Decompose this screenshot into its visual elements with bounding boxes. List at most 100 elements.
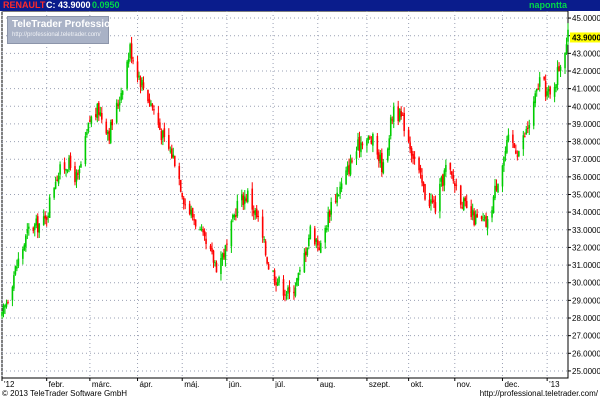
candle-body (370, 140, 373, 144)
candle-body (23, 244, 26, 250)
candle-body (33, 224, 36, 230)
candle-body (212, 250, 215, 263)
candle-body (439, 183, 441, 212)
candle-body (100, 113, 103, 120)
footer-url[interactable]: http://professional.teletrader.com/ (480, 388, 598, 400)
candle-body (471, 209, 474, 216)
candle-body (65, 168, 67, 171)
candle-body (28, 226, 30, 229)
y-tick-label: 41.0000 (572, 85, 600, 94)
candle-body (7, 301, 9, 303)
candle-body (455, 184, 458, 186)
candle-body (296, 278, 298, 286)
candle-body (360, 142, 362, 153)
watermark-logo: TeleTrader Professional http://professio… (7, 16, 125, 44)
candle-body (199, 229, 201, 231)
candle-body (369, 136, 371, 139)
candle-body (372, 134, 374, 146)
candle-body (522, 135, 525, 150)
y-tick-label: 42.0000 (572, 67, 600, 76)
candle-body (476, 213, 478, 218)
candle-body (54, 181, 57, 189)
candle-body (78, 169, 81, 174)
candle-body (445, 164, 447, 172)
candle-body (315, 239, 318, 242)
candle-body (148, 98, 151, 103)
candle-body (501, 165, 504, 187)
candle-body (565, 44, 568, 54)
candle-body (127, 58, 130, 64)
candle-body (136, 61, 139, 78)
candle-body (361, 143, 364, 146)
candle-body (346, 165, 349, 172)
candle-body (162, 130, 164, 139)
candle-body (160, 131, 163, 141)
x-tick-label: ápr. (140, 380, 153, 388)
candle-body (381, 152, 383, 173)
candle-body (106, 131, 109, 134)
candle-body (147, 89, 149, 102)
candle-body (117, 104, 119, 106)
candle-body (2, 306, 5, 314)
candle-body (118, 102, 121, 106)
candle-body (556, 67, 559, 85)
candle-body (564, 53, 566, 69)
candle-body (266, 257, 268, 264)
candle-body (397, 106, 399, 122)
candle-body (109, 122, 112, 143)
y-tick-label: 40.0000 (572, 102, 600, 111)
candle-body (26, 229, 29, 234)
y-tick-label: 28.0000 (572, 314, 600, 323)
candle-body (59, 164, 61, 175)
candle-body (69, 155, 72, 168)
y-tick-label: 39.0000 (572, 120, 600, 129)
chart-header-bar: RENAULT C: 43.9000 0.0950 napontta (0, 0, 600, 11)
candle-body (14, 266, 17, 275)
candle-body (276, 282, 279, 286)
candle-body (316, 239, 319, 246)
candle-body (313, 228, 316, 245)
candle-body (66, 170, 69, 172)
candle-body (17, 258, 20, 267)
candle-body (233, 214, 236, 218)
candle-body (242, 195, 245, 205)
y-tick-label: 30.0000 (572, 279, 600, 288)
candle-body (480, 216, 483, 219)
period-label[interactable]: napontta (529, 0, 567, 11)
candle-body (544, 81, 547, 97)
candle-body (16, 266, 18, 269)
x-tick-label: aug. (320, 380, 336, 388)
candle-body (495, 185, 498, 191)
price-chart[interactable]: 25.0000 26.0000 27.0000 28.0000 29.0000 30.00… (0, 11, 600, 388)
candle-body (407, 129, 410, 142)
candle-body (42, 216, 45, 226)
candle-body (532, 101, 535, 126)
candle-body (139, 77, 142, 88)
candle-body (179, 180, 182, 192)
candle-body (403, 113, 405, 132)
candle-body (89, 120, 91, 122)
symbol-label: RENAULT (3, 0, 46, 10)
candle-body (257, 215, 259, 217)
candle-body (273, 270, 276, 283)
candle-body (379, 154, 382, 164)
candle-body (246, 190, 249, 202)
candle-body (376, 135, 379, 155)
candle-body (340, 183, 343, 189)
candle-body (358, 136, 361, 151)
candle-body (538, 77, 541, 87)
candle-body (32, 227, 35, 231)
candle-body (504, 151, 507, 156)
x-tick-label: dec. (504, 380, 519, 388)
candle-body (57, 175, 60, 184)
candle-body (516, 155, 519, 157)
candle-body (68, 157, 70, 170)
candle-body (461, 207, 464, 209)
candle-body (35, 218, 38, 226)
candle-body (486, 219, 489, 229)
candle-body (163, 128, 166, 137)
candle-body (267, 263, 270, 270)
candle-body (254, 210, 257, 216)
candle-body (285, 294, 288, 296)
candle-body (99, 112, 102, 116)
